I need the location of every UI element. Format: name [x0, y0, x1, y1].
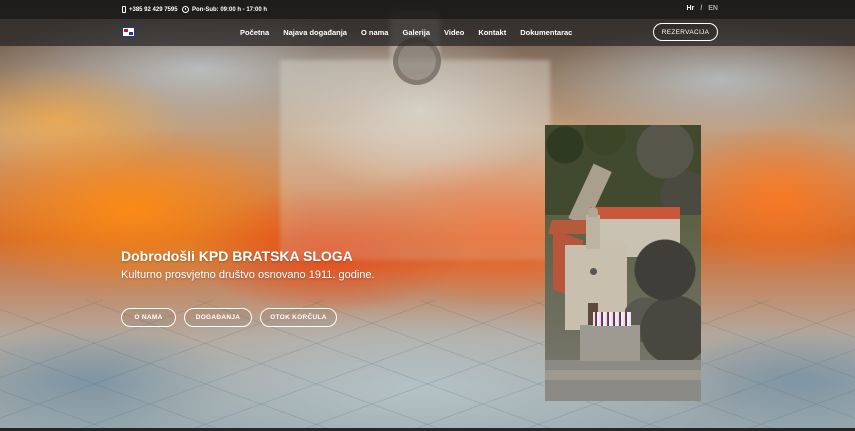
phone-icon — [122, 6, 126, 13]
lang-en[interactable]: EN — [708, 5, 718, 12]
site-logo[interactable] — [122, 27, 135, 37]
nav-item-pocetna[interactable]: Početna — [240, 28, 269, 37]
photo-trees — [545, 125, 701, 215]
hero-subtitle: Kulturno prosvjetno društvo osnovano 191… — [121, 269, 375, 281]
phone-contact[interactable]: +385 92 429 7595 — [122, 6, 178, 13]
hero-title: Dobrodošli KPD BRATSKA SLOGA — [121, 248, 353, 264]
nav-item-dokumentarac[interactable]: Dokumentarac — [520, 28, 572, 37]
lang-separator: / — [700, 5, 703, 12]
lang-hr[interactable]: Hr — [687, 5, 695, 12]
nav-item-kontakt[interactable]: Kontakt — [478, 28, 506, 37]
clock-icon — [182, 6, 189, 13]
about-us-button[interactable]: O NAMA — [121, 308, 176, 327]
working-hours-text: Pon-Sub: 09:00 h - 17:00 h — [192, 6, 268, 13]
nav-item-najava-dogadanja[interactable]: Najava događanja — [283, 28, 347, 37]
main-menu: Početna Najava događanja O nama Galerija… — [240, 28, 572, 37]
photo-house-roof — [590, 207, 680, 219]
korcula-island-button[interactable]: OTOK KORČULA — [260, 308, 337, 327]
photo-plaza — [580, 325, 640, 361]
reservation-button[interactable]: REZERVACIJA — [653, 23, 718, 41]
photo-crowd — [593, 312, 631, 326]
events-button[interactable]: DOGAĐANJA — [184, 308, 252, 327]
hero-buttons: O NAMA DOGAĐANJA OTOK KORČULA — [121, 308, 337, 327]
top-info-bar: +385 92 429 7595 Pon-Sub: 09:00 h - 17:0… — [0, 0, 855, 19]
nav-item-o-nama[interactable]: O nama — [361, 28, 389, 37]
hero-shade — [0, 0, 855, 431]
nav-item-galerija[interactable]: Galerija — [402, 28, 430, 37]
working-hours: Pon-Sub: 09:00 h - 17:00 h — [182, 6, 267, 13]
nav-item-video[interactable]: Video — [444, 28, 464, 37]
church-aerial-photo — [545, 125, 701, 401]
photo-roof-bottom — [545, 370, 701, 380]
photo-rose-window — [590, 268, 597, 275]
photo-bell-tower — [586, 207, 600, 249]
photo-ground — [545, 360, 701, 401]
language-switcher: Hr / EN — [687, 5, 718, 12]
main-navbar: Početna Najava događanja O nama Galerija… — [0, 19, 855, 46]
phone-number[interactable]: +385 92 429 7595 — [129, 7, 178, 13]
